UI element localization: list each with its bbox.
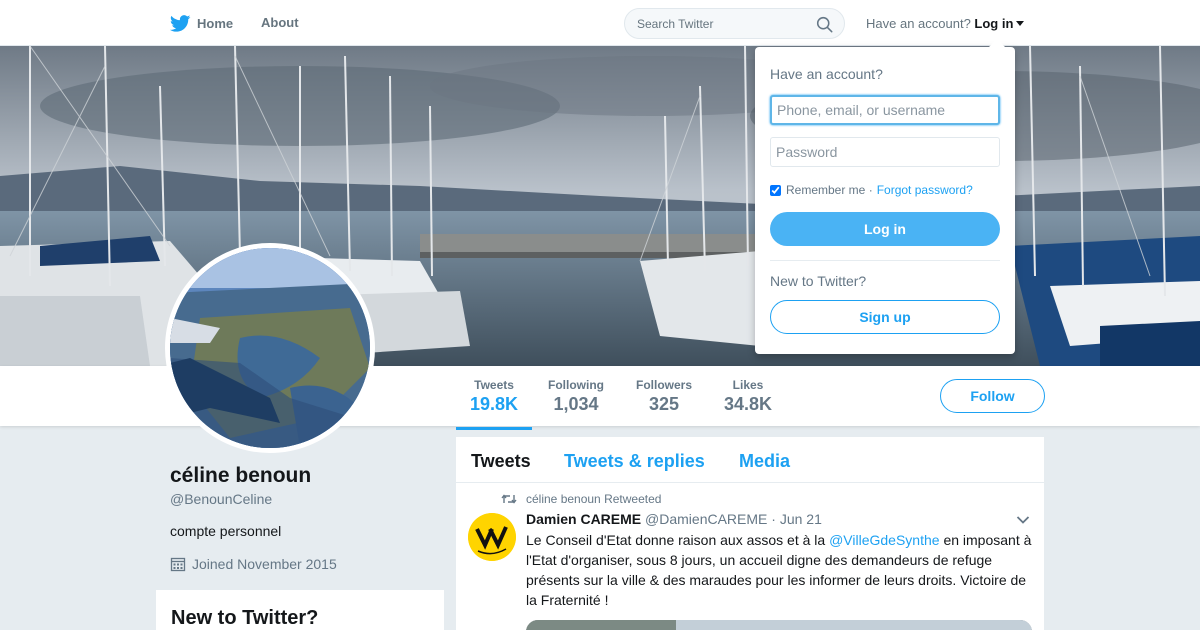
caret-down-icon [1016,21,1025,26]
tweet-author-avatar[interactable] [468,513,516,561]
login-link-label: Log in [974,16,1014,31]
dropdown-divider [770,260,1000,261]
tweet-photo [526,620,1032,630]
profile-bio: compte personnel [170,523,282,539]
stat-following[interactable]: Following 1,034 [548,378,604,415]
tweet-separator: · [771,511,776,527]
tweet-author-name[interactable]: Damien CAREME [526,511,641,527]
aerial-view-avatar-image [170,248,370,448]
timeline: Tweets Tweets & replies Media céline ben… [456,437,1044,630]
tweet-date[interactable]: Jun 21 [780,511,822,527]
tweet-author-handle[interactable]: @DamienCAREME [645,511,767,527]
stat-label: Followers [636,378,693,392]
stat-label: Following [548,378,604,392]
dropdown-title: Have an account? [770,66,883,82]
retweet-icon [501,494,517,504]
have-account-text: Have an account? [866,16,971,31]
remember-row: Remember me · Forgot password? [770,183,973,197]
stat-value: 325 [648,394,680,414]
chevron-down-icon[interactable] [1016,515,1030,525]
calendar-icon [170,557,186,572]
follow-button[interactable]: Follow [940,379,1045,413]
login-dropdown-toggle[interactable]: Log in [974,16,1025,31]
search-box[interactable] [624,8,845,39]
twitter-bird-icon [170,15,191,32]
nav-about-label: About [261,15,299,30]
profile-handle: @BenounCeline [170,491,273,507]
tweet-text: Le Conseil d'Etat donne raison aux assos… [526,530,1036,610]
stat-label: Likes [732,378,764,392]
tab-tweets[interactable]: Tweets [471,451,531,472]
login-button[interactable]: Log in [770,212,1000,246]
stat-value: 1,034 [553,394,599,414]
search-input[interactable] [637,17,817,31]
search-icon[interactable] [816,16,833,33]
author-logo-icon [468,513,516,561]
profile-joined: Joined November 2015 [170,556,337,572]
top-navigation-bar: Home About Have an account? Log in [0,0,1200,46]
retweet-context: céline benoun Retweeted [501,492,661,506]
joined-text: Joined November 2015 [192,556,337,572]
new-to-twitter-text: New to Twitter? [770,273,867,289]
password-input[interactable] [770,137,1000,167]
stat-likes[interactable]: Likes 34.8K [724,378,772,415]
forgot-password-link[interactable]: Forgot password? [877,183,973,197]
tweet-mention-link[interactable]: @VilleGdeSynthe [829,532,939,548]
remember-separator: · [868,183,873,197]
retweeted-by-text: céline benoun Retweeted [526,492,662,506]
signup-button[interactable]: Sign up [770,300,1000,334]
remember-me-label[interactable]: Remember me [786,183,865,197]
stat-followers[interactable]: Followers 325 [636,378,692,415]
stat-tweets[interactable]: Tweets 19.8K [455,378,533,430]
tab-media[interactable]: Media [739,451,790,472]
stat-value: 19.8K [470,394,519,414]
nav-home-label: Home [197,16,234,31]
stat-value: 34.8K [724,394,773,414]
new-card-title: New to Twitter? [171,607,319,629]
tab-tweets-replies[interactable]: Tweets & replies [564,451,705,472]
nav-about-link[interactable]: About [261,15,299,30]
tweet-text-part: Le Conseil d'Etat donne raison aux assos… [526,532,830,548]
stat-label: Tweets [474,378,514,392]
login-dropdown: Have an account? Remember me · Forgot pa… [755,39,1015,354]
nav-home-link[interactable]: Home [170,15,233,32]
remember-me-checkbox[interactable] [770,184,781,196]
new-to-twitter-card: New to Twitter? [156,590,444,630]
tweet-media-image[interactable] [526,620,1032,630]
account-prompt: Have an account? Log in [866,16,1025,31]
profile-avatar[interactable] [165,243,375,453]
username-input[interactable] [770,95,1000,125]
profile-name: céline benoun [170,464,312,487]
timeline-tabs: Tweets Tweets & replies Media [456,437,1044,483]
tweet-header: Damien CAREME @DamienCAREME · Jun 21 [526,511,822,527]
